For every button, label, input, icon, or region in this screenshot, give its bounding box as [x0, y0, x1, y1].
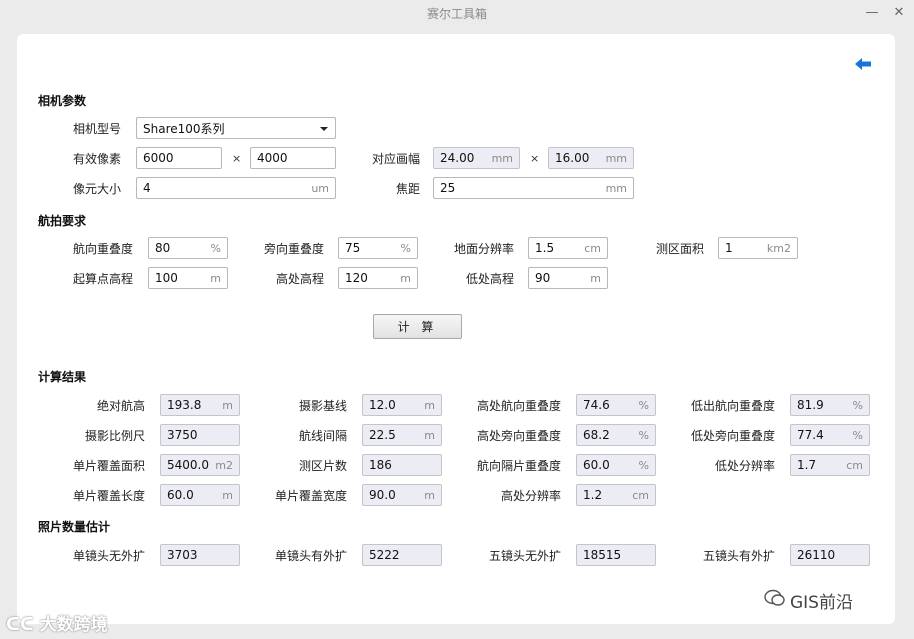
pixels-label: 有效像素 — [72, 152, 121, 166]
section-camera: 相机参数 — [38, 94, 87, 108]
area-input[interactable]: 1 km2 — [718, 237, 798, 259]
single-no-output: 3703 — [160, 544, 240, 566]
low-side-label: 低处旁向重叠度 — [690, 429, 775, 443]
single-yes-label: 单镜头有外扩 — [274, 549, 347, 563]
window-title: 赛尔工具箱 — [426, 6, 487, 21]
watermark-logo-icon: ᑕᑕ — [6, 615, 34, 635]
rel-alt-output: 193.8 m — [160, 394, 240, 416]
pixels-height-input[interactable]: 4000 — [250, 147, 336, 169]
frame-height-output: 16.00 mm — [548, 147, 634, 169]
low-elev-label: 低处高程 — [465, 272, 514, 286]
pixel-size-input[interactable]: 4 um — [136, 177, 336, 199]
low-fwd-label: 低出航向重叠度 — [690, 399, 775, 413]
cover-len-output: 60.0 m — [160, 484, 240, 506]
section-results: 计算结果 — [38, 370, 87, 384]
scale-output: 3750 — [160, 424, 240, 446]
high-gsd-label: 高处分辨率 — [500, 489, 561, 503]
title-bar: 赛尔工具箱 — [0, 0, 914, 26]
pixel-size-label: 像元大小 — [72, 182, 121, 196]
camera-model-label: 相机型号 — [72, 122, 121, 136]
side-overlap-label: 旁向重叠度 — [263, 242, 324, 256]
fwd-overlap-label: 航向重叠度 — [72, 242, 133, 256]
cover-area-label: 单片覆盖面积 — [72, 459, 145, 473]
side-overlap-input[interactable]: 75% — [338, 237, 418, 259]
high-elev-label: 高处高程 — [275, 272, 324, 286]
low-fwd-output: 81.9% — [790, 394, 870, 416]
minimize-button[interactable]: — — [861, 2, 883, 22]
five-no-output: 18515 — [576, 544, 656, 566]
pixels-width-input[interactable]: 6000 — [136, 147, 222, 169]
skip-fwd-output: 60.0% — [576, 454, 656, 476]
focal-input[interactable]: 25 mm — [433, 177, 634, 199]
five-yes-output: 26110 — [790, 544, 870, 566]
gsd-input[interactable]: 1.5 cm — [528, 237, 608, 259]
low-elev-input[interactable]: 90 m — [528, 267, 608, 289]
camera-model-select[interactable]: Share100系列 — [136, 117, 336, 139]
section-flight: 航拍要求 — [38, 214, 87, 228]
five-no-label: 五镜头无外扩 — [488, 549, 561, 563]
back-arrow-icon[interactable] — [853, 54, 873, 74]
focal-label: 焦距 — [395, 182, 420, 196]
high-side-output: 68.2% — [576, 424, 656, 446]
start-elev-input[interactable]: 100 m — [148, 267, 228, 289]
cover-area-output: 5400.0 m2 — [160, 454, 240, 476]
frame-width-output: 24.00 mm — [433, 147, 520, 169]
skip-fwd-label: 航向隔片重叠度 — [476, 459, 561, 473]
watermark-right: GIS前沿 — [764, 588, 853, 613]
rel-alt-label: 绝对航高 — [96, 399, 145, 413]
single-yes-output: 5222 — [362, 544, 442, 566]
single-no-label: 单镜头无外扩 — [72, 549, 145, 563]
high-elev-input[interactable]: 120 m — [338, 267, 418, 289]
wechat-icon — [764, 589, 786, 612]
count-label: 测区片数 — [298, 459, 347, 473]
gsd-label: 地面分辨率 — [453, 242, 514, 256]
area-label: 测区面积 — [655, 242, 704, 256]
chevron-down-icon — [319, 121, 329, 135]
baseline-output: 12.0 m — [362, 394, 442, 416]
scale-label: 摄影比例尺 — [84, 429, 145, 443]
close-button[interactable]: ✕ — [888, 2, 910, 22]
line-spacing-label: 航线间隔 — [298, 429, 347, 443]
baseline-label: 摄影基线 — [298, 399, 347, 413]
start-elev-label: 起算点高程 — [72, 272, 133, 286]
line-spacing-output: 22.5 m — [362, 424, 442, 446]
high-fwd-label: 高处航向重叠度 — [476, 399, 561, 413]
frame-label: 对应画幅 — [371, 152, 420, 166]
high-fwd-output: 74.6% — [576, 394, 656, 416]
cover-wid-label: 单片覆盖宽度 — [274, 489, 347, 503]
low-gsd-label: 低处分辨率 — [714, 459, 775, 473]
section-photo-estimate: 照片数量估计 — [38, 520, 111, 534]
high-gsd-output: 1.2 cm — [576, 484, 656, 506]
watermark-left: ᑕᑕ 大数跨境 — [6, 615, 108, 635]
cover-len-label: 单片覆盖长度 — [72, 489, 145, 503]
five-yes-label: 五镜头有外扩 — [702, 549, 775, 563]
times-sign-2: × — [530, 152, 540, 165]
low-gsd-output: 1.7 cm — [790, 454, 870, 476]
low-side-output: 77.4% — [790, 424, 870, 446]
camera-model-value: Share100系列 — [143, 121, 225, 136]
times-sign: × — [232, 152, 242, 165]
cover-wid-output: 90.0 m — [362, 484, 442, 506]
high-side-label: 高处旁向重叠度 — [476, 429, 561, 443]
calculate-button[interactable]: 计 算 — [373, 314, 462, 339]
count-output: 186 — [362, 454, 442, 476]
fwd-overlap-input[interactable]: 80% — [148, 237, 228, 259]
